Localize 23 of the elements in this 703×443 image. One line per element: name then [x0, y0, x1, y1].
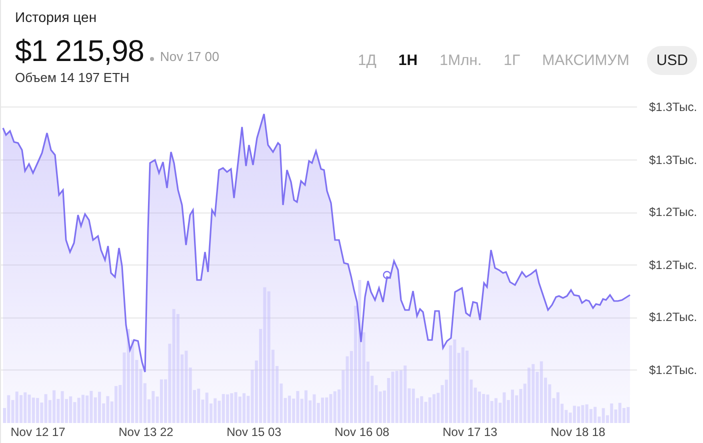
- x-axis-label: Nov 16 08: [334, 425, 390, 439]
- x-axis-label: Nov 15 03: [226, 425, 282, 439]
- y-axis-label: $1.2Тыс.: [649, 205, 698, 220]
- range-tab[interactable]: МАКСИМУМ: [542, 52, 630, 68]
- y-axis-label: $1.3Тыс.: [649, 152, 698, 167]
- section-title: История цен: [15, 9, 98, 27]
- range-tab[interactable]: 1Млн.: [440, 52, 482, 68]
- y-axis-label: $1.2Тыс.: [649, 258, 698, 272]
- range-tab[interactable]: 1Н: [398, 52, 418, 68]
- x-axis-label: Nov 17 13: [442, 425, 498, 439]
- y-axis-label: $1.2Тыс.: [649, 362, 698, 377]
- current-price: $1 215,98: [15, 35, 144, 69]
- x-axis-label: Nov 18 18: [550, 425, 606, 439]
- price-timestamp: Nov 17 00: [160, 49, 220, 64]
- x-axis-label: Nov 12 17: [10, 425, 66, 439]
- range-tab[interactable]: 1Д: [358, 52, 376, 68]
- bullet-icon: [150, 57, 154, 61]
- range-tab[interactable]: 1Г: [504, 52, 520, 68]
- currency-button[interactable]: USD: [647, 46, 697, 74]
- trading-volume: Объем 14 197 ETH: [15, 70, 130, 85]
- y-axis-label: $1.2Тыс.: [649, 310, 698, 324]
- y-axis-label: $1.3Тыс.: [649, 100, 698, 114]
- x-axis-label: Nov 13 22: [118, 425, 174, 439]
